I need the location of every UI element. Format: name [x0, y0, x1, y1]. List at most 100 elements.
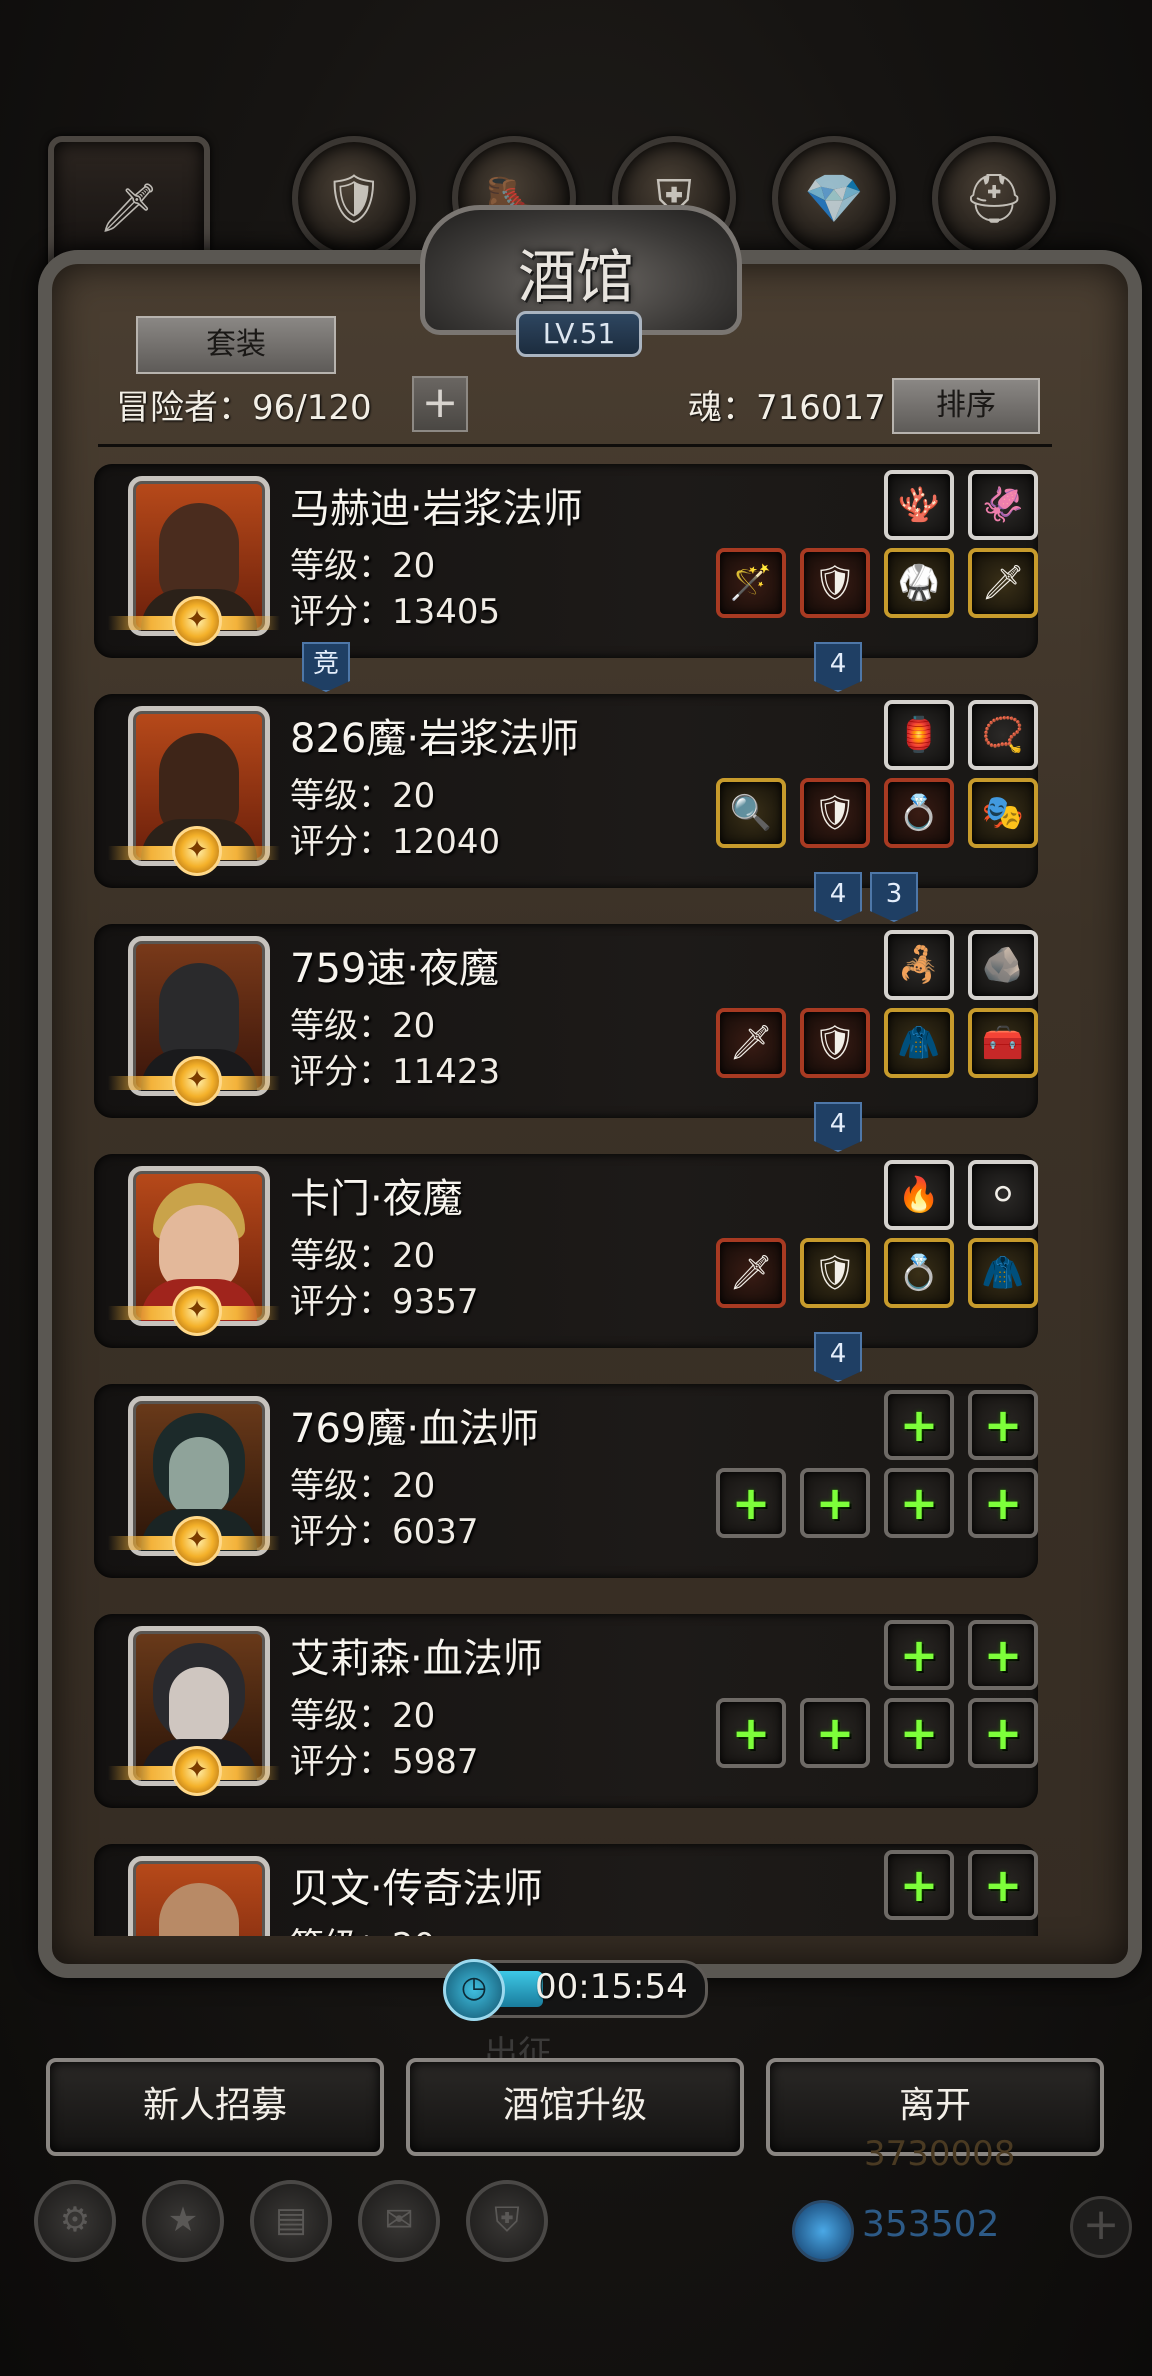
empty-slot[interactable]: +	[884, 1390, 954, 1460]
gold-medal-icon: ✦	[172, 1746, 222, 1796]
hero-card[interactable]: ✦ 马赫迪·岩浆法师 等级：20 评分：13405 🪸 🦑 🪄 🛡 🥋 🗡	[94, 464, 1038, 658]
ring-icon[interactable]: 💍	[884, 778, 954, 848]
empty-slot[interactable]: +	[800, 1468, 870, 1538]
chest-armor-icon[interactable]: 🛡	[800, 548, 870, 618]
gold-medal-icon: ✦	[172, 826, 222, 876]
add-gems-button[interactable]: +	[1070, 2196, 1132, 2258]
robe-icon[interactable]: 🥋	[884, 548, 954, 618]
blade-icon[interactable]: 🗡	[716, 1008, 786, 1078]
hero-card[interactable]: ✦ 769魔·血法师 等级：20 评分：6037 + + + + + +	[94, 1384, 1038, 1578]
empty-slot[interactable]: +	[968, 1850, 1038, 1920]
shield-icon[interactable]: ⛨	[466, 2180, 548, 2262]
hero-card[interactable]: ✦ 826魔·岩浆法师 等级：20 评分：12040 🏮 📿 🔍 🛡 💍 🎭	[94, 694, 1038, 888]
book-icon[interactable]: ▤	[250, 2180, 332, 2262]
empty-slot[interactable]: +	[884, 1698, 954, 1768]
plus-icon: +	[899, 1398, 939, 1452]
gold-medal-icon: ✦	[172, 596, 222, 646]
soul-count: 魂：716017	[688, 388, 886, 428]
hero-card[interactable]: 贝文·传奇法师 等级：20 + +	[94, 1844, 1038, 1936]
plus-icon: +	[983, 1858, 1023, 1912]
chest-armor-icon[interactable]: 🛡	[800, 778, 870, 848]
tag-badge: 3	[870, 872, 918, 922]
hero-level: 等级：20	[290, 546, 436, 586]
sword-icon: 🗡	[98, 179, 160, 236]
hero-score: 评分：11423	[290, 1052, 501, 1092]
pearl-icon[interactable]: ⚪	[968, 1160, 1038, 1230]
hero-list[interactable]: ✦ 马赫迪·岩浆法师 等级：20 评分：13405 🪸 🦑 🪄 🛡 🥋 🗡 竞 …	[84, 456, 1068, 1936]
empty-slot[interactable]: +	[716, 1698, 786, 1768]
stone-icon[interactable]: 🪨	[968, 930, 1038, 1000]
chest-icon[interactable]: 🧰	[968, 1008, 1038, 1078]
staff-icon[interactable]: 🪄	[716, 548, 786, 618]
coral-icon[interactable]: 🪸	[884, 470, 954, 540]
hero-card[interactable]: ✦ 卡门·夜魔 等级：20 评分：9357 🔥 ⚪ 🗡 🛡 💍 🧥	[94, 1154, 1038, 1348]
tag-badge: 4	[814, 1102, 862, 1152]
crystal-icon: 💎	[804, 170, 864, 227]
tentacle-icon[interactable]: 🦑	[968, 470, 1038, 540]
adventurers-count: 冒险者：96/120	[116, 388, 372, 428]
hero-level: 等级：20	[290, 1006, 436, 1046]
empty-slot[interactable]: +	[968, 1620, 1038, 1690]
blade-icon[interactable]: 🗡	[716, 1238, 786, 1308]
add-capacity-button[interactable]: +	[412, 376, 468, 432]
hero-name: 贝文·传奇法师	[290, 1866, 543, 1912]
fire-orb-icon[interactable]: 🔥	[884, 1160, 954, 1230]
gem-icon	[792, 2200, 854, 2262]
hero-card[interactable]: ✦ 艾莉森·血法师 等级：20 评分：5987 + + + + + +	[94, 1614, 1038, 1808]
hero-level: 等级：20	[290, 776, 436, 816]
sort-button[interactable]: 排序	[892, 378, 1040, 434]
plus-icon: +	[899, 1628, 939, 1682]
set-button[interactable]: 套装	[136, 316, 336, 374]
plus-icon: +	[421, 377, 459, 428]
empty-slot[interactable]: +	[884, 1620, 954, 1690]
panel-title: 酒馆	[517, 243, 634, 311]
lantern-icon[interactable]: 🏮	[884, 700, 954, 770]
hero-score: 评分：13405	[290, 592, 501, 632]
recruit-button[interactable]: 新人招募	[46, 2058, 384, 2156]
gem-amount: 353502	[862, 2204, 1000, 2245]
mask-icon[interactable]: 🎭	[968, 778, 1038, 848]
necklace-icon[interactable]: 📿	[968, 700, 1038, 770]
empty-slot[interactable]: +	[800, 1698, 870, 1768]
empty-slot[interactable]: +	[884, 1468, 954, 1538]
gold-medal-icon: ✦	[172, 1056, 222, 1106]
plus-icon: +	[731, 1706, 771, 1760]
star-icon[interactable]: ★	[142, 2180, 224, 2262]
chest-armor-icon[interactable]: 🛡	[800, 1008, 870, 1078]
empty-slot[interactable]: +	[968, 1468, 1038, 1538]
plus-icon: +	[899, 1476, 939, 1530]
plus-icon: +	[983, 1706, 1023, 1760]
blue-armor-icon[interactable]: 🛡	[800, 1238, 870, 1308]
clock-icon: ◷	[443, 1959, 505, 2021]
hero-level: 等级：20	[290, 1696, 436, 1736]
header-divider	[98, 444, 1052, 447]
ring-icon[interactable]: 💍	[884, 1238, 954, 1308]
claw-icon[interactable]: 🦂	[884, 930, 954, 1000]
empty-slot[interactable]: +	[716, 1468, 786, 1538]
hero-level: 等级：20	[290, 1466, 436, 1506]
level-badge: LV.51	[516, 311, 642, 357]
sword-icon[interactable]: 🗡	[968, 548, 1038, 618]
hero-name: 卡门·夜魔	[290, 1176, 463, 1222]
plus-icon: +	[899, 1858, 939, 1912]
cloak-icon[interactable]: 🧥	[884, 1008, 954, 1078]
upgrade-tavern-button[interactable]: 酒馆升级	[406, 2058, 744, 2156]
empty-slot[interactable]: +	[968, 1698, 1038, 1768]
hero-score: 评分：5987	[290, 1742, 479, 1782]
hero-card[interactable]: ✦ 759速·夜魔 等级：20 评分：11423 🦂 🪨 🗡 🛡 🧥 🧰	[94, 924, 1038, 1118]
hero-score: 评分：9357	[290, 1282, 479, 1322]
gold-amount: 3730008	[864, 2134, 1016, 2174]
empty-slot[interactable]: +	[968, 1390, 1038, 1460]
cloak-icon[interactable]: 🧥	[968, 1238, 1038, 1308]
scepter-icon[interactable]: 🔍	[716, 778, 786, 848]
plus-icon: +	[899, 1706, 939, 1760]
timer-text: 00:15:54	[535, 1967, 688, 2007]
gear-icon[interactable]: ⚙	[34, 2180, 116, 2262]
tag-badge: 4	[814, 872, 862, 922]
hero-name: 马赫迪·岩浆法师	[290, 486, 583, 532]
helmet-icon: ⛑	[963, 170, 1025, 227]
hero-score: 评分：12040	[290, 822, 501, 862]
plus-icon: +	[731, 1476, 771, 1530]
mail-icon[interactable]: ✉	[358, 2180, 440, 2262]
empty-slot[interactable]: +	[884, 1850, 954, 1920]
